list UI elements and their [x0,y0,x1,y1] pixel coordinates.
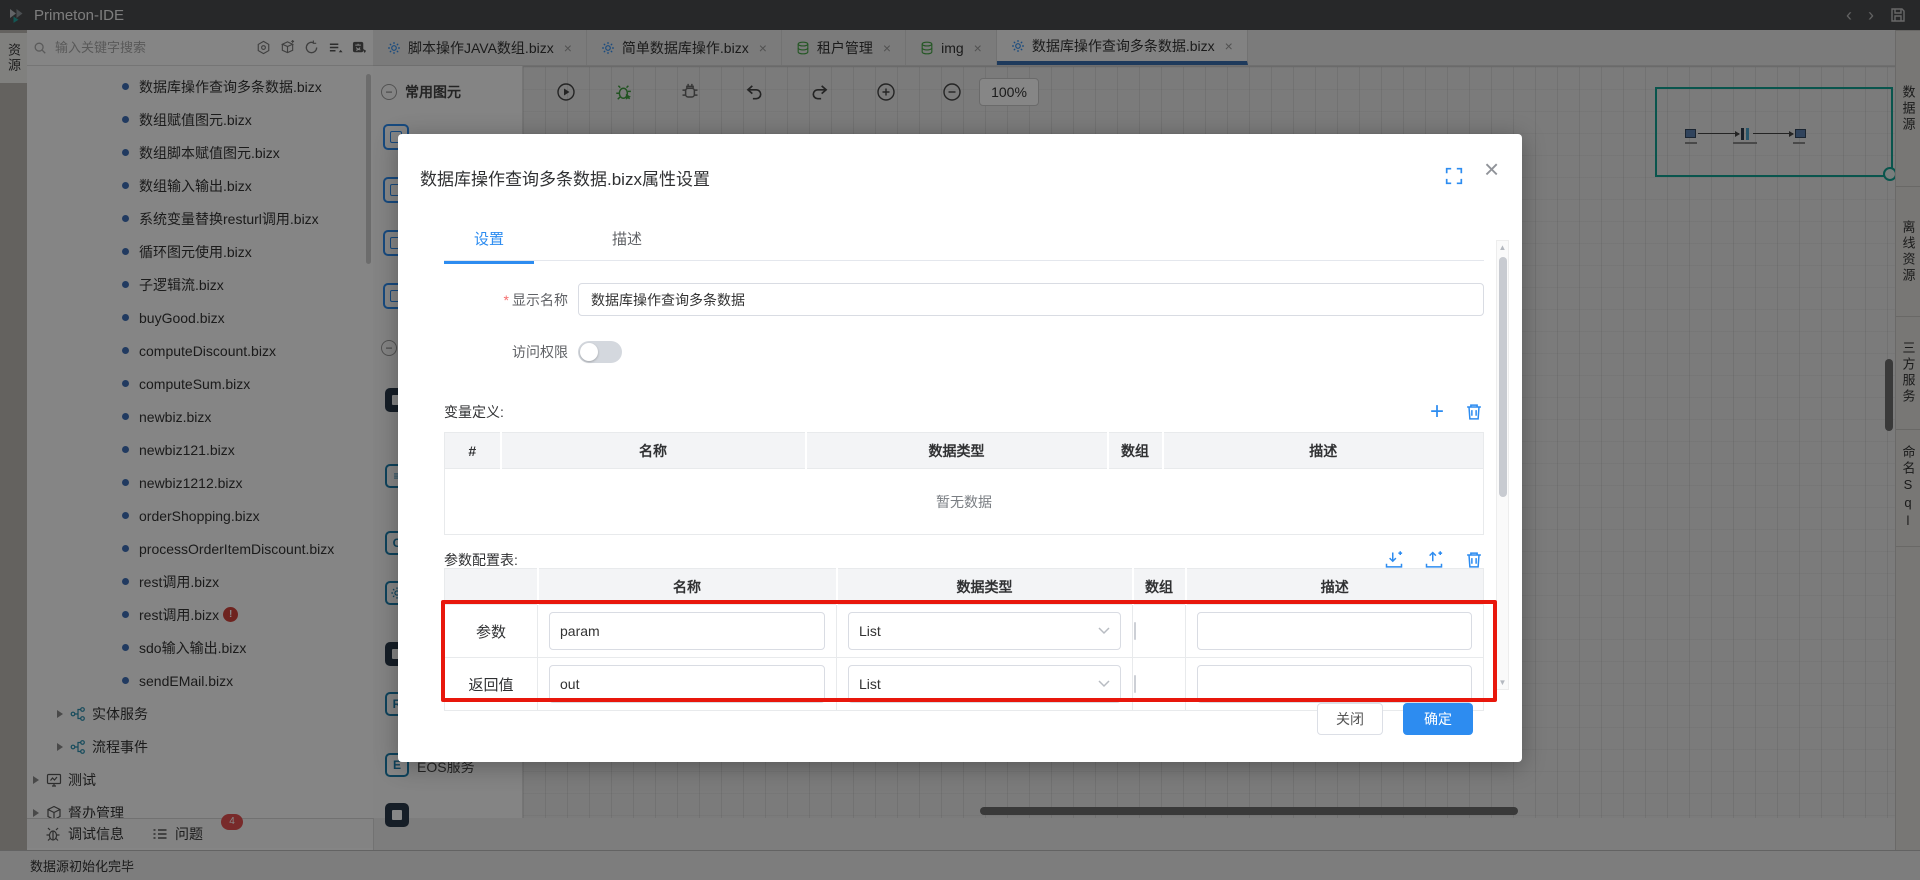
properties-dialog: 数据库操作查询多条数据.bizx属性设置 设置 描述 *显示名称 访问权限 变量… [398,134,1522,762]
col-header-index: # [444,432,501,469]
col-header-desc: 描述 [1161,432,1484,469]
params-table: 名称 数据类型 数组 描述 参数 List 返回值 List [444,568,1484,711]
display-name-row: * 显示名称 [398,283,1484,316]
delete-variable-icon[interactable] [1464,402,1484,422]
add-variable-icon[interactable] [1430,400,1444,424]
display-name-input[interactable] [578,283,1484,316]
col-header-array: 数组 [1131,568,1186,605]
access-row: 访问权限 [398,341,622,363]
param-name-input[interactable] [549,612,825,650]
close-button[interactable]: 关闭 [1317,703,1383,735]
variables-table: # 名称 数据类型 数组 描述 暂无数据 [444,432,1484,535]
dialog-scrollbar[interactable] [1496,240,1509,690]
return-array-checkbox[interactable] [1134,675,1136,693]
params-title: 参数配置表: [444,552,518,568]
col-header-blank [444,568,538,605]
return-desc-input[interactable] [1197,665,1472,703]
param-row-label: 参数 [444,604,538,658]
col-header-desc: 描述 [1184,568,1484,605]
col-header-name: 名称 [499,432,806,469]
scrollbar-thumb[interactable] [1498,257,1507,497]
chevron-down-icon [1098,680,1110,688]
chevron-down-icon [1098,627,1110,635]
export-params-icon[interactable] [1424,550,1444,570]
confirm-button[interactable]: 确定 [1403,703,1473,735]
col-header-type: 数据类型 [835,568,1133,605]
param-row: 参数 List [444,604,1484,658]
scroll-down-icon[interactable] [1497,678,1508,687]
col-header-array: 数组 [1106,432,1163,469]
col-header-name: 名称 [536,568,837,605]
delete-params-icon[interactable] [1464,550,1484,570]
tabs-divider [444,260,1484,261]
dialog-title: 数据库操作查询多条数据.bizx属性设置 [420,170,710,189]
param-desc-input[interactable] [1197,612,1472,650]
return-name-input[interactable] [549,665,825,703]
display-name-label: 显示名称 [512,291,568,308]
param-type-select[interactable]: List [848,612,1121,650]
col-header-type: 数据类型 [804,432,1108,469]
close-icon[interactable] [1484,156,1499,182]
tab-description[interactable]: 描述 [582,228,672,264]
required-marker: * [503,291,509,308]
variables-title: 变量定义: [444,404,504,420]
access-label: 访问权限 [512,344,568,360]
scroll-up-icon[interactable] [1497,243,1508,252]
return-row-label: 返回值 [444,657,538,711]
variables-section: 变量定义: [444,400,1484,424]
return-type-select[interactable]: List [848,665,1121,703]
access-toggle[interactable] [578,341,622,363]
empty-table-text: 暂无数据 [444,468,1484,535]
import-params-icon[interactable] [1384,550,1404,570]
dialog-tabs: 设置 描述 [444,228,672,264]
params-section: 参数配置表: [444,550,1484,570]
application-window: Primeton-IDE 资源 [0,0,1920,880]
fullscreen-icon[interactable] [1445,167,1463,185]
param-array-checkbox[interactable] [1134,622,1136,640]
tab-settings[interactable]: 设置 [444,228,534,264]
